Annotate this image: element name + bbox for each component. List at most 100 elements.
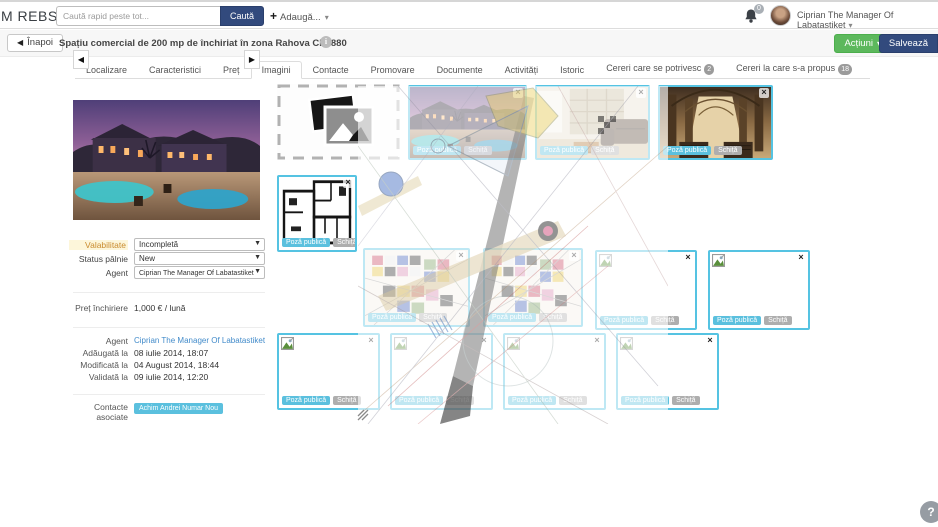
agent-select[interactable]: Ciprian The Manager Of Labatastiket▼: [134, 266, 265, 279]
tab-documente[interactable]: Documente: [426, 61, 494, 79]
search-input[interactable]: [56, 6, 220, 26]
tab-cereri-potrivesc[interactable]: Cereri care se potrivesc2: [595, 59, 725, 79]
meta-value: 08 iulie 2014, 18:07: [134, 348, 274, 358]
public-photo-button[interactable]: Poză publică: [395, 396, 443, 405]
property-main-photo: [73, 100, 260, 220]
gallery-thumbnail[interactable]: × Poză publicăSchiță: [595, 250, 697, 330]
delete-image-icon[interactable]: ×: [366, 336, 376, 346]
user-name-label: Ciprian The Manager Of Labatastiket: [797, 10, 893, 30]
gallery-thumbnail[interactable]: × Poză publicăSchiță: [708, 250, 810, 330]
gallery-thumbnail[interactable]: × Poză publicăSchiță: [658, 85, 773, 160]
tab-caracteristici[interactable]: Caracteristici: [138, 61, 212, 79]
status-palnie-select[interactable]: New▼: [134, 252, 265, 265]
add-menu-button[interactable]: +Adaugă...▾: [270, 9, 329, 23]
select-value: Incompletă: [139, 240, 178, 249]
broken-image-icon: [281, 337, 294, 350]
delete-image-icon[interactable]: ×: [592, 336, 602, 346]
back-button[interactable]: ◀Înapoi: [7, 34, 63, 52]
gallery-thumbnail[interactable]: × Poză publicăSchiță: [390, 333, 493, 410]
user-avatar[interactable]: [770, 5, 791, 26]
delete-image-icon[interactable]: ×: [683, 253, 693, 263]
delete-image-icon[interactable]: ×: [479, 336, 489, 346]
broken-image-icon: [507, 337, 520, 350]
tab-promovare[interactable]: Promovare: [360, 61, 426, 79]
gallery-thumbnail[interactable]: × Poză publicăSchiță: [277, 175, 357, 252]
sketch-button[interactable]: Schiță: [539, 313, 566, 322]
meta-value: 04 August 2014, 18:44: [134, 360, 274, 370]
tab-contacte[interactable]: Contacte: [302, 61, 360, 79]
sketch-button[interactable]: Schiță: [333, 238, 357, 247]
meta-label: Agent: [63, 336, 128, 346]
public-photo-button[interactable]: Poză publică: [282, 396, 330, 405]
page-title: Spațiu comercial de 200 mp de închiriat …: [59, 38, 347, 49]
property-header-bar: ◀Înapoi Spațiu comercial de 200 mp de în…: [0, 30, 938, 57]
gallery-thumbnail[interactable]: × Poză publicăSchiță: [535, 85, 650, 160]
save-button[interactable]: Salvează: [879, 34, 938, 53]
delete-image-icon[interactable]: ×: [569, 251, 579, 261]
sketch-button[interactable]: Schiță: [559, 396, 586, 405]
select-value: New: [139, 254, 155, 263]
actions-button-label: Acțiuni: [844, 38, 873, 49]
tab-activitati[interactable]: Activități: [494, 61, 550, 79]
chevron-down-icon: ▼: [254, 268, 261, 275]
public-photo-button[interactable]: Poză publică: [508, 396, 556, 405]
sketch-button[interactable]: Schiță: [333, 396, 360, 405]
chevron-down-icon: ▾: [325, 13, 329, 22]
sketch-button[interactable]: Schiță: [651, 316, 678, 325]
sketch-button[interactable]: Schiță: [764, 316, 791, 325]
tab-istoric[interactable]: Istoric: [549, 61, 595, 79]
sketch-button[interactable]: Schiță: [419, 313, 446, 322]
divider: [73, 394, 265, 395]
global-search: Caută: [56, 6, 264, 26]
sketch-button[interactable]: Schiță: [446, 396, 473, 405]
gallery-thumbnail[interactable]: × Poză publicăSchiță: [363, 248, 470, 327]
help-button[interactable]: ?: [920, 501, 938, 523]
gallery-thumbnail[interactable]: × Poză publicăSchiță: [408, 85, 527, 160]
agent-link[interactable]: Ciprian The Manager Of Labatastiket: [134, 336, 274, 345]
gallery-thumbnail[interactable]: × Poză publicăSchiță: [503, 333, 606, 410]
delete-image-icon[interactable]: ×: [513, 88, 523, 98]
delete-image-icon[interactable]: ×: [759, 88, 769, 98]
resize-handle-icon[interactable]: [356, 408, 370, 422]
public-photo-button[interactable]: Poză publică: [413, 146, 461, 155]
price-label: Preț închiriere: [63, 303, 128, 313]
gallery-thumbnail[interactable]: × Poză publicăSchiță: [616, 333, 719, 410]
public-photo-button[interactable]: Poză publică: [600, 316, 648, 325]
sketch-button[interactable]: Schiță: [464, 146, 491, 155]
gallery-thumbnail[interactable]: × Poză publicăSchiță: [277, 333, 380, 410]
delete-image-icon[interactable]: ×: [705, 336, 715, 346]
delete-image-icon[interactable]: ×: [456, 251, 466, 261]
sketch-button[interactable]: Schiță: [672, 396, 699, 405]
select-value: Ciprian The Manager Of Labatastiket: [139, 270, 254, 277]
carousel-next-button[interactable]: ▶: [244, 50, 260, 69]
public-photo-button[interactable]: Poză publică: [713, 316, 761, 325]
gallery-thumbnail[interactable]: × Poză publicăSchiță: [483, 248, 583, 327]
delete-image-icon[interactable]: ×: [796, 253, 806, 263]
upload-dropzone[interactable]: [277, 84, 400, 160]
valabilitate-label: Valabilitate: [69, 240, 128, 250]
public-photo-button[interactable]: Poză publică: [663, 146, 711, 155]
field-row: Status pâlnie New▼: [73, 252, 265, 267]
delete-image-icon[interactable]: ×: [343, 178, 353, 188]
app-logo[interactable]: M REBS: [1, 8, 58, 24]
valabilitate-select[interactable]: Incompletă▼: [134, 238, 265, 251]
broken-image-icon: [620, 337, 633, 350]
contact-badge[interactable]: Achim Andrei Numar Nou: [134, 403, 223, 414]
notifications-badge: 0: [754, 4, 764, 14]
public-photo-button[interactable]: Poză publică: [621, 396, 669, 405]
field-row: Valabilitate Incompletă▼: [73, 238, 265, 253]
public-photo-button[interactable]: Poză publică: [488, 313, 536, 322]
public-photo-button[interactable]: Poză publică: [368, 313, 416, 322]
public-photo-button[interactable]: Poză publică: [540, 146, 588, 155]
tab-cereri-propus[interactable]: Cereri la care s-a propus18: [725, 59, 863, 79]
user-menu[interactable]: Ciprian The Manager Of Labatastiket▾: [797, 10, 938, 30]
delete-image-icon[interactable]: ×: [636, 88, 646, 98]
meta-label: Modificată la: [63, 360, 128, 370]
carousel-prev-button[interactable]: ◀: [73, 50, 89, 69]
public-photo-button[interactable]: Poză publică: [282, 238, 330, 247]
sketch-button[interactable]: Schiță: [591, 146, 618, 155]
sketch-button[interactable]: Schiță: [714, 146, 741, 155]
info-icon[interactable]: i: [320, 36, 332, 48]
chevron-down-icon: ▾: [849, 21, 853, 30]
search-button[interactable]: Caută: [220, 6, 264, 26]
